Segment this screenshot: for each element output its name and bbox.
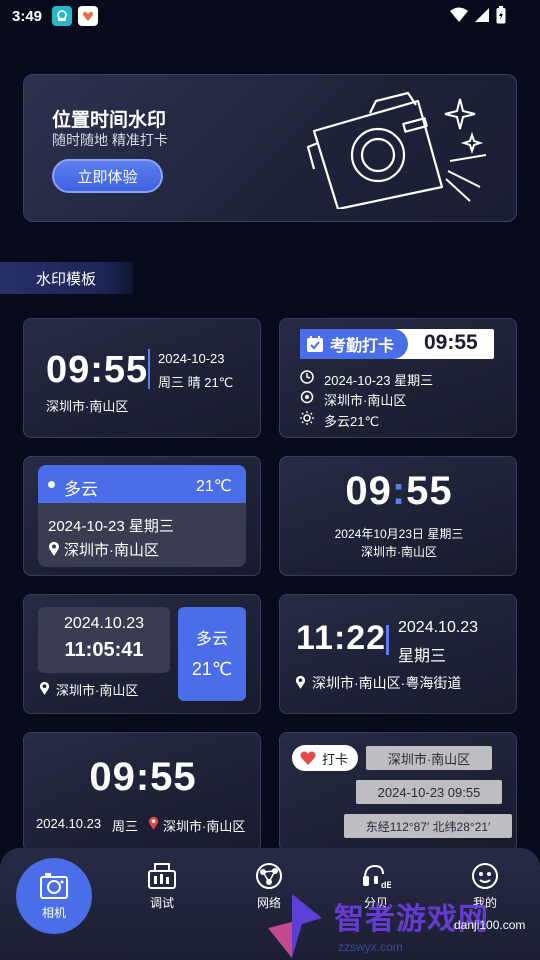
template-location: 深圳市·南山区 <box>361 545 437 559</box>
tile-weather: 多云 <box>195 631 228 648</box>
template-date: 2024.10.23 <box>36 816 102 831</box>
watermark-url-2: danji100.com <box>454 918 526 932</box>
decibel-icon: dB <box>363 864 391 890</box>
attendance-weather: 多云21℃ <box>324 414 380 429</box>
location-chip: 深圳市·南山区 <box>366 746 492 770</box>
nav-label: 相机 <box>41 905 66 920</box>
wifi-icon <box>450 7 468 22</box>
template-location: 深圳市·南山区 <box>163 819 246 834</box>
attendance-location: 深圳市·南山区 <box>324 393 407 408</box>
template-date: 2024-10-23 <box>158 351 225 366</box>
template-date: 2024.10.23 <box>398 619 479 636</box>
watermark-url: zzswyx.com <box>338 940 403 954</box>
heart-icon <box>300 751 316 765</box>
calendar-check-icon <box>307 336 323 352</box>
weather-tile <box>178 607 246 701</box>
template-card-3[interactable]: 多云 21℃ 2024-10-23 星期三 深圳市·南山区 <box>23 456 261 576</box>
template-location: 深圳市·南山区·粤海街道 <box>312 675 462 691</box>
watermark-logo-icon <box>268 894 322 958</box>
clock-icon <box>300 370 314 384</box>
nav-label: 调试 <box>149 896 174 910</box>
app-notification-icon <box>52 6 73 26</box>
attendance-badge: 考勤打卡 <box>300 329 408 359</box>
face-icon <box>472 863 498 889</box>
site-watermark-overlay: 智者游戏网 zzswyx.com danji100.com <box>262 888 540 960</box>
banner-title: 位置时间水印 <box>52 110 167 131</box>
template-location: 深圳市·南山区 <box>46 399 129 414</box>
location-pin-icon <box>49 541 59 556</box>
nav-item-debug[interactable]: 调试 <box>127 862 197 911</box>
sun-icon <box>300 411 314 425</box>
template-time: 09:55 <box>280 469 516 514</box>
datetime-chip: 2024-10-23 09:55 <box>356 780 502 804</box>
signal-icon <box>475 8 489 22</box>
try-now-button[interactable]: 立即体验 <box>52 159 163 193</box>
status-time: 3:49 <box>12 7 43 25</box>
template-time: 11:22 <box>296 619 387 657</box>
camera-icon <box>40 872 68 899</box>
battery-icon <box>496 6 506 24</box>
attendance-time: 09:55 <box>424 331 478 354</box>
weather-date: 2024-10-23 星期三 <box>48 518 174 535</box>
status-bar: 3:49 <box>0 0 540 32</box>
location-target-icon <box>300 390 314 404</box>
cash-register-icon <box>148 863 176 889</box>
template-card-1[interactable]: 09:55 2024-10-23 周三 晴 21℃ 深圳市·南山区 <box>23 318 261 438</box>
template-card-8[interactable]: 打卡 深圳市·南山区 2024-10-23 09:55 东经112°87′ 北纬… <box>279 732 517 852</box>
attendance-label: 考勤打卡 <box>330 338 395 355</box>
time-hours: 09 <box>345 469 392 513</box>
template-time: 09:55 <box>46 349 149 391</box>
template-time: 09:55 <box>89 755 197 799</box>
divider <box>386 625 389 655</box>
template-location: 深圳市·南山区 <box>56 683 139 698</box>
banner-subtitle: 随时随地 精准打卡 <box>52 132 168 148</box>
camera-illustration-icon <box>306 91 487 209</box>
template-card-5[interactable]: 2024.10.23 11:05:41 多云 21℃ 深圳市·南山区 <box>23 594 261 714</box>
template-weekday: 星期三 <box>398 648 447 665</box>
panel-date: 2024.10.23 <box>63 615 145 632</box>
weather-condition: 多云 <box>64 480 98 499</box>
status-indicators <box>450 6 506 24</box>
template-card-6[interactable]: 11:22 2024.10.23 星期三 深圳市·南山区·粤海街道 <box>279 594 517 714</box>
template-date: 2024年10月23日 星期三 <box>334 527 464 541</box>
location-pin-icon <box>39 681 50 695</box>
weather-dot-icon <box>48 481 55 488</box>
app-notification-icon-2 <box>78 6 99 26</box>
coordinates-chip: 东经112°87′ 北纬28°21′ <box>344 814 512 838</box>
divider <box>148 349 150 389</box>
section-title-watermark-templates: 水印模板 <box>0 262 133 294</box>
template-card-2[interactable]: 考勤打卡 09:55 2024-10-23 星期三 深圳市·南山区 多云21℃ <box>279 318 517 438</box>
template-card-7[interactable]: 09:55 2024.10.23 周三 深圳市·南山区 <box>23 732 261 852</box>
time-colon: : <box>391 469 407 513</box>
location-pin-icon <box>295 675 306 689</box>
location-pin-icon <box>148 816 159 830</box>
promo-banner[interactable]: 位置时间水印 随时随地 精准打卡 立即体验 <box>23 74 517 222</box>
template-weekday: 周三 <box>112 819 139 834</box>
network-icon <box>256 863 282 889</box>
weather-temp: 21℃ <box>196 478 232 495</box>
attendance-date: 2024-10-23 星期三 <box>324 373 434 388</box>
weather-location: 深圳市·南山区 <box>64 542 159 559</box>
checkin-label: 打卡 <box>322 751 349 767</box>
template-card-4[interactable]: 09:55 2024年10月23日 星期三 深圳市·南山区 <box>279 456 517 576</box>
checkin-badge: 打卡 <box>292 745 358 771</box>
nav-item-camera[interactable]: 相机 <box>16 858 92 934</box>
template-weekday-weather: 周三 晴 21℃ <box>158 375 234 390</box>
tile-temp: 21℃ <box>191 659 233 679</box>
time-minutes: 55 <box>406 469 453 513</box>
panel-time: 11:05:41 <box>64 639 144 661</box>
